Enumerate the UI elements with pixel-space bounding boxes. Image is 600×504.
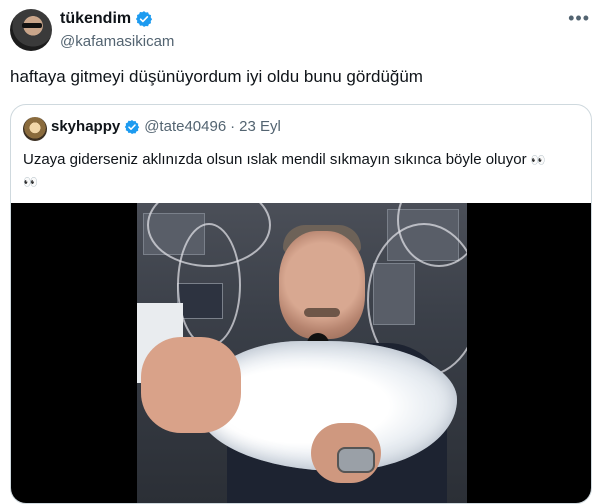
quoted-author-avatar[interactable] bbox=[23, 117, 47, 141]
astronaut-hand bbox=[141, 337, 241, 433]
verified-badge-icon bbox=[136, 11, 153, 27]
more-options-icon[interactable]: ••• bbox=[568, 8, 590, 29]
video-thumbnail bbox=[137, 203, 467, 503]
separator-dot: · bbox=[230, 118, 236, 135]
astronaut-face bbox=[279, 231, 365, 339]
quoted-author-display-name[interactable]: skyhappy bbox=[51, 118, 120, 135]
eyes-emoji: 👀 bbox=[530, 153, 546, 167]
quoted-tweet-card[interactable]: skyhappy @tate40496 · 23 Eyl Uzaya gider… bbox=[10, 104, 592, 504]
quoted-tweet-date[interactable]: 23 Eyl bbox=[239, 118, 281, 135]
quoted-tweet-text: Uzaya giderseniz aklınızda olsun ıslak m… bbox=[23, 151, 527, 168]
quoted-author-handle[interactable]: @tate40496 bbox=[144, 118, 226, 135]
quoted-tweet-video[interactable] bbox=[11, 203, 591, 503]
author-name-row: tükendim bbox=[60, 10, 153, 28]
quoted-tweet-header: skyhappy @tate40496 · 23 Eyl bbox=[51, 118, 281, 135]
station-cable bbox=[177, 223, 241, 347]
eyes-emoji: 👀 bbox=[23, 175, 38, 189]
verified-badge-icon bbox=[125, 119, 140, 134]
wristwatch bbox=[337, 447, 375, 473]
astronaut-mustache bbox=[304, 308, 340, 317]
author-handle[interactable]: @kafamasikicam bbox=[60, 33, 174, 50]
tweet-text: haftaya gitmeyi düşünüyordum iyi oldu bu… bbox=[10, 67, 423, 86]
author-display-name[interactable]: tükendim bbox=[60, 10, 131, 28]
quoted-tweet-text-block: Uzaya giderseniz aklınızda olsun ıslak m… bbox=[23, 149, 583, 193]
author-avatar[interactable] bbox=[10, 9, 52, 51]
